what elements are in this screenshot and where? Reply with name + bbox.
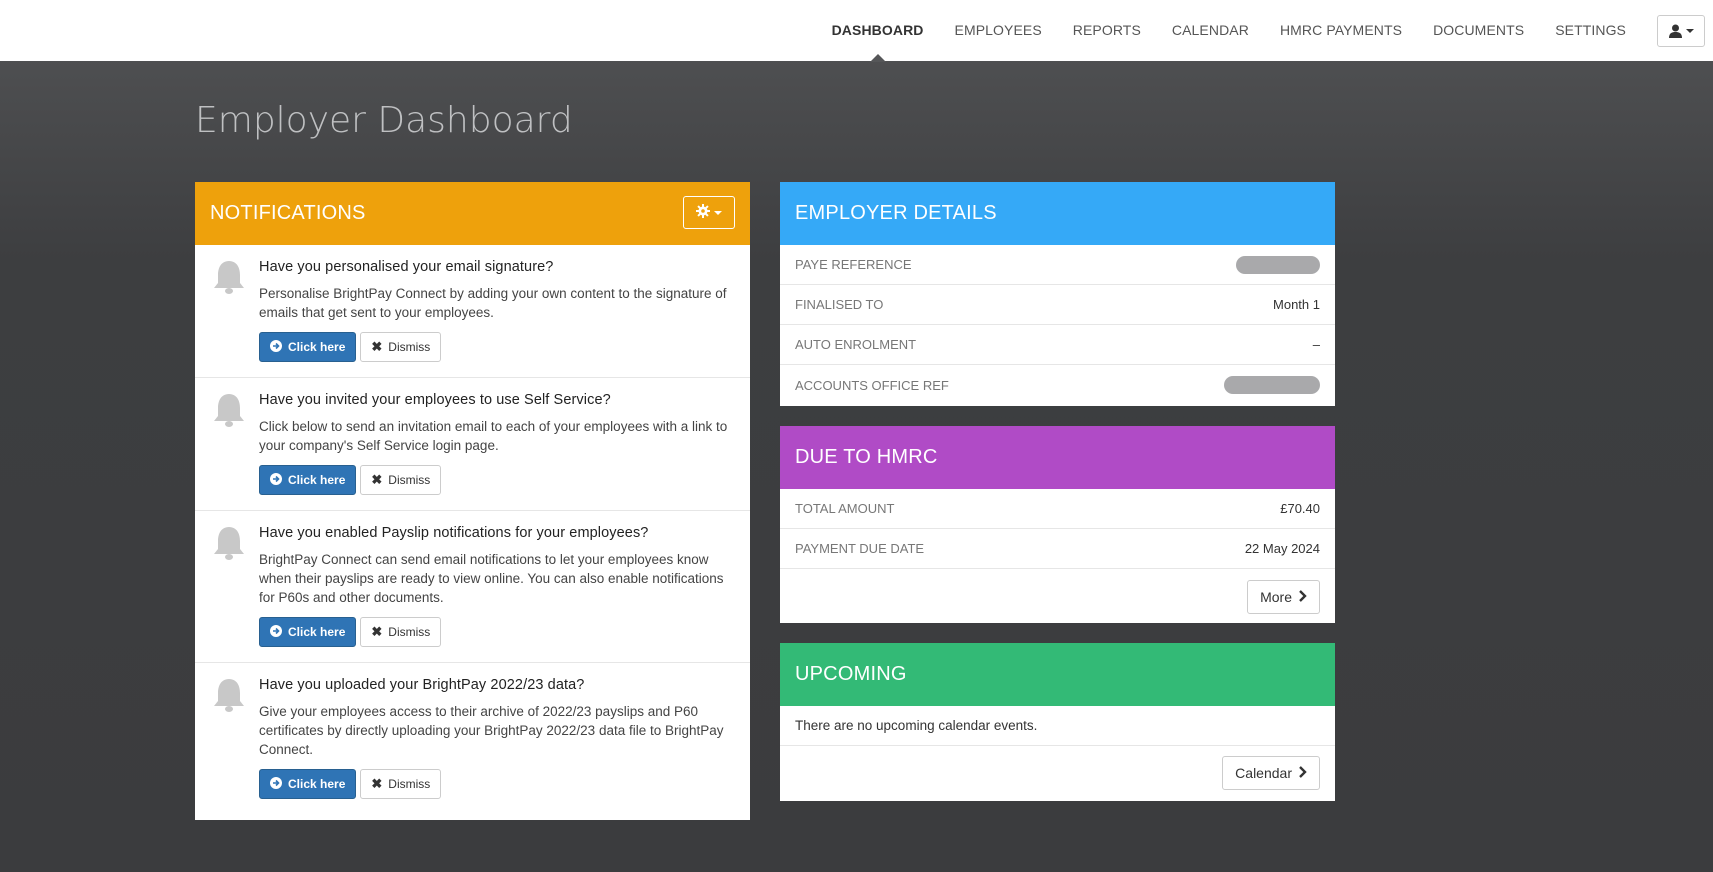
- detail-label: TOTAL AMOUNT: [795, 501, 895, 516]
- close-icon: ✖: [371, 776, 383, 791]
- click-here-button[interactable]: Click here: [259, 617, 357, 647]
- nav-settings[interactable]: SETTINGS: [1555, 0, 1626, 61]
- bell-icon: [211, 677, 247, 719]
- dismiss-button[interactable]: ✖ Dismiss: [360, 465, 442, 495]
- detail-value: –: [1312, 337, 1320, 352]
- panel-footer: Calendar: [780, 746, 1335, 801]
- nav-dashboard[interactable]: DASHBOARD: [832, 0, 924, 62]
- notifications-panel: NOTIFICATIONS Have you personalised your…: [195, 182, 750, 820]
- close-icon: ✖: [371, 624, 383, 639]
- detail-value: 22 May 2024: [1244, 541, 1320, 556]
- click-here-button[interactable]: Click here: [259, 465, 357, 495]
- click-here-label: Click here: [288, 777, 346, 791]
- dismiss-button[interactable]: ✖ Dismiss: [360, 617, 442, 647]
- due-to-hmrc-title: DUE TO HMRC: [780, 426, 1335, 489]
- click-here-button[interactable]: Click here: [259, 332, 357, 362]
- upcoming-title: UPCOMING: [780, 643, 1335, 706]
- close-icon: ✖: [371, 339, 383, 354]
- dismiss-label: Dismiss: [388, 473, 431, 487]
- notification-item: Have you enabled Payslip notifications f…: [195, 511, 750, 663]
- notification-body: Give your employees access to their arch…: [259, 704, 724, 757]
- notifications-title: NOTIFICATIONS: [210, 202, 366, 224]
- due-to-hmrc-panel: DUE TO HMRC TOTAL AMOUNT £70.40 PAYMENT …: [780, 426, 1335, 623]
- dismiss-label: Dismiss: [388, 777, 431, 791]
- bell-icon: [211, 259, 247, 301]
- upcoming-panel: UPCOMING There are no upcoming calendar …: [780, 643, 1335, 801]
- more-button[interactable]: More: [1247, 580, 1320, 614]
- bell-icon: [211, 392, 247, 434]
- chevron-down-icon: [714, 210, 722, 215]
- detail-value: £70.40: [1280, 501, 1320, 516]
- click-here-label: Click here: [288, 473, 346, 487]
- detail-label: PAYE REFERENCE: [795, 257, 912, 272]
- click-here-label: Click here: [288, 340, 346, 354]
- close-icon: ✖: [371, 472, 383, 487]
- page-title: Employer Dashboard: [195, 100, 573, 141]
- detail-value: Month 1: [1273, 297, 1320, 312]
- detail-label: FINALISED TO: [795, 297, 884, 312]
- calendar-button[interactable]: Calendar: [1222, 756, 1320, 790]
- nav-calendar[interactable]: CALENDAR: [1172, 0, 1249, 61]
- employer-details-title: EMPLOYER DETAILS: [780, 182, 1335, 245]
- notification-item: Have you uploaded your BrightPay 2022/23…: [195, 663, 750, 814]
- arrow-circle-icon: [270, 776, 282, 792]
- click-here-label: Click here: [288, 625, 346, 639]
- detail-label: ACCOUNTS OFFICE REF: [795, 377, 949, 393]
- calendar-label: Calendar: [1235, 765, 1292, 781]
- detail-row-total-amount: TOTAL AMOUNT £70.40: [780, 489, 1335, 529]
- arrow-circle-icon: [270, 624, 282, 640]
- detail-row-accounts-office-ref: ACCOUNTS OFFICE REF: [780, 365, 1335, 405]
- employer-details-panel: EMPLOYER DETAILS PAYE REFERENCE FINALISE…: [780, 182, 1335, 406]
- redacted-value: [1224, 376, 1320, 394]
- detail-row-auto-enrolment: AUTO ENROLMENT –: [780, 325, 1335, 365]
- notification-settings-button[interactable]: [683, 196, 735, 229]
- gear-icon: [696, 181, 710, 244]
- nav-documents[interactable]: DOCUMENTS: [1433, 0, 1524, 61]
- nav-hmrc-payments[interactable]: HMRC PAYMENTS: [1280, 0, 1402, 61]
- notification-body: Click below to send an invitation email …: [259, 419, 728, 453]
- notification-item: Have you personalised your email signatu…: [195, 245, 750, 378]
- more-label: More: [1260, 589, 1292, 605]
- redacted-value: [1236, 255, 1320, 274]
- chevron-right-icon: [1298, 589, 1307, 605]
- notification-body: Personalise BrightPay Connect by adding …: [259, 286, 727, 320]
- nav-employees[interactable]: EMPLOYEES: [955, 0, 1042, 61]
- upcoming-empty-message: There are no upcoming calendar events.: [780, 706, 1335, 746]
- chevron-down-icon: [1685, 28, 1694, 33]
- dismiss-label: Dismiss: [388, 625, 431, 639]
- panel-footer: More: [780, 569, 1335, 625]
- user-icon: [1668, 24, 1682, 38]
- click-here-button[interactable]: Click here: [259, 769, 357, 799]
- notification-heading: Have you invited your employees to use S…: [259, 392, 611, 408]
- dismiss-button[interactable]: ✖ Dismiss: [360, 332, 442, 362]
- notifications-header: NOTIFICATIONS: [195, 182, 750, 245]
- notification-heading: Have you personalised your email signatu…: [259, 259, 554, 275]
- user-menu-button[interactable]: [1657, 14, 1705, 47]
- dismiss-button[interactable]: ✖ Dismiss: [360, 769, 442, 799]
- bell-icon: [211, 525, 247, 567]
- notification-item: Have you invited your employees to use S…: [195, 378, 750, 511]
- notification-heading: Have you enabled Payslip notifications f…: [259, 525, 649, 541]
- arrow-circle-icon: [270, 472, 282, 488]
- detail-row-paye-reference: PAYE REFERENCE: [780, 245, 1335, 285]
- notification-heading: Have you uploaded your BrightPay 2022/23…: [259, 677, 585, 693]
- arrow-circle-icon: [270, 339, 282, 355]
- top-navbar: DASHBOARD EMPLOYEES REPORTS CALENDAR HMR…: [0, 0, 1713, 62]
- nav-reports[interactable]: REPORTS: [1073, 0, 1141, 61]
- detail-label: AUTO ENROLMENT: [795, 337, 917, 352]
- detail-row-finalised-to: FINALISED TO Month 1: [780, 285, 1335, 325]
- detail-label: PAYMENT DUE DATE: [795, 541, 925, 556]
- detail-row-payment-due-date: PAYMENT DUE DATE 22 May 2024: [780, 529, 1335, 569]
- main-nav: DASHBOARD EMPLOYEES REPORTS CALENDAR HMR…: [832, 0, 1713, 62]
- dismiss-label: Dismiss: [388, 340, 431, 354]
- chevron-right-icon: [1298, 765, 1307, 781]
- notification-body: BrightPay Connect can send email notific…: [259, 552, 724, 605]
